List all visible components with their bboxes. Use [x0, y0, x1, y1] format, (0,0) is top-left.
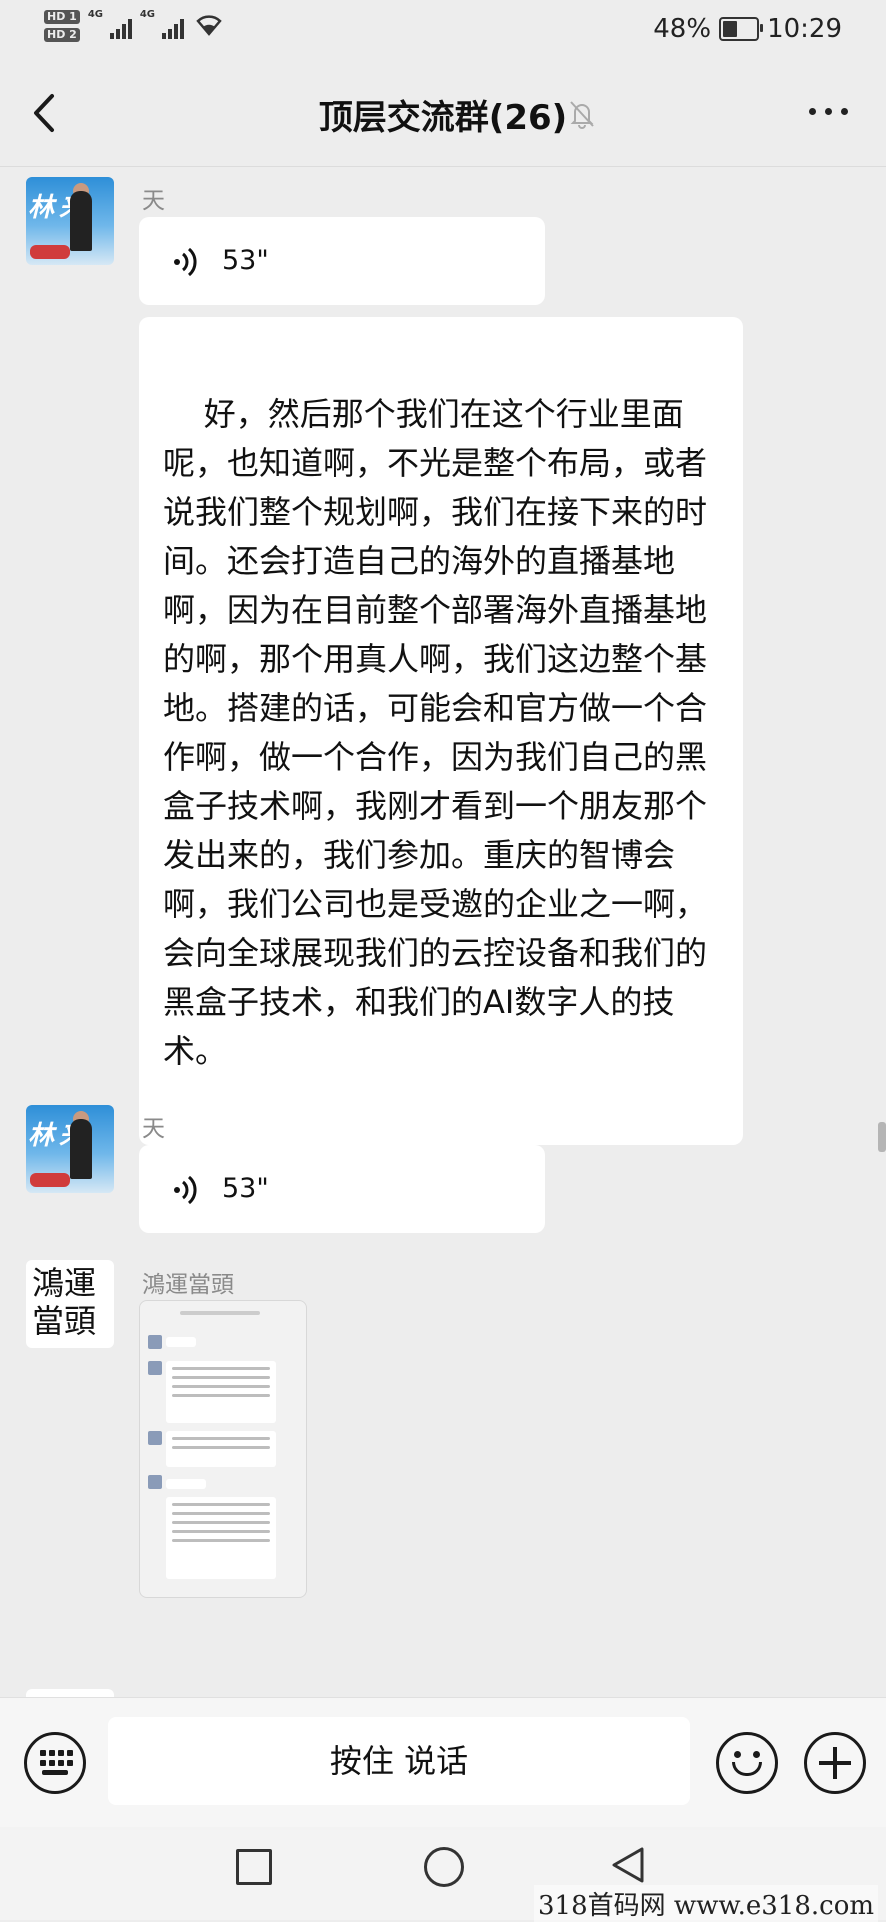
sender-name: 天	[142, 1116, 165, 1142]
voice-wave-icon	[174, 247, 197, 277]
sender-name: 鴻運當頭	[142, 1272, 234, 1298]
voice-message[interactable]: 53"	[139, 217, 545, 305]
voice-wave-icon	[174, 1175, 197, 1205]
battery-icon	[719, 17, 764, 41]
chat-title-text: 顶层交流群(26)	[318, 98, 568, 138]
hd2-badge: HD 2	[44, 28, 80, 42]
sender-name: 天	[142, 188, 165, 214]
wifi-icon	[194, 12, 224, 41]
signal-icon-2: 4G	[140, 9, 184, 39]
chat-header: 顶层交流群(26)	[0, 62, 886, 167]
image-message[interactable]	[139, 1300, 307, 1598]
recents-button[interactable]	[236, 1849, 272, 1885]
voice-message[interactable]: 53"	[139, 1145, 545, 1233]
hd1-badge: HD 1	[44, 10, 80, 24]
signal-icon-1: 4G	[88, 9, 132, 39]
home-button[interactable]	[424, 1847, 464, 1887]
more-functions-button[interactable]	[804, 1732, 866, 1794]
avatar-calligraphy: 鴻運當頭	[32, 1264, 97, 1340]
network-type-1: 4G	[87, 9, 103, 20]
scroll-indicator[interactable]	[878, 1122, 886, 1152]
emoji-button[interactable]	[716, 1732, 778, 1794]
chat-title: 顶层交流群(26)	[0, 90, 886, 139]
avatar-tian[interactable]: 林 来	[26, 177, 114, 265]
text-message[interactable]: 好，然后那个我们在这个行业里面呢，也知道啊，不光是整个布局，或者说我们整个规划啊…	[139, 317, 743, 1145]
clock: 10:29	[767, 14, 842, 44]
voice-duration: 53"	[222, 245, 269, 276]
network-type-2: 4G	[139, 9, 155, 20]
status-bar: HD 1 HD 2 4G 4G 48% 10:29	[0, 0, 886, 62]
battery-percent: 48%	[653, 14, 712, 44]
avatar-hongyun[interactable]: 鴻運當頭	[26, 1260, 114, 1348]
status-left: HD 1 HD 2 4G 4G	[44, 9, 224, 42]
hold-to-talk-button[interactable]: 按住 说话	[108, 1717, 690, 1805]
hold-to-talk-label: 按住 说话	[329, 1742, 469, 1780]
input-bar: 按住 说话	[0, 1697, 886, 1828]
sim-indicators: HD 1 HD 2	[44, 10, 80, 42]
more-options-button[interactable]	[809, 108, 848, 115]
mute-bell-icon	[566, 98, 598, 130]
avatar-tian[interactable]: 林 来	[26, 1105, 114, 1193]
back-nav-button[interactable]	[608, 1845, 648, 1885]
watermark: 318首码网 www.e318.com	[534, 1885, 878, 1922]
message-list[interactable]: 林 来 天 53" 好，然后那个我们在这个行业里面呢，也知道啊，不光是整个布局，…	[0, 167, 886, 1697]
voice-duration: 53"	[222, 1173, 269, 1204]
message-text: 好，然后那个我们在这个行业里面呢，也知道啊，不光是整个布局，或者说我们整个规划啊…	[163, 395, 708, 1070]
keyboard-toggle-button[interactable]	[24, 1732, 86, 1794]
status-right: 48% 10:29	[653, 14, 842, 44]
avatar-partial	[26, 1689, 114, 1697]
